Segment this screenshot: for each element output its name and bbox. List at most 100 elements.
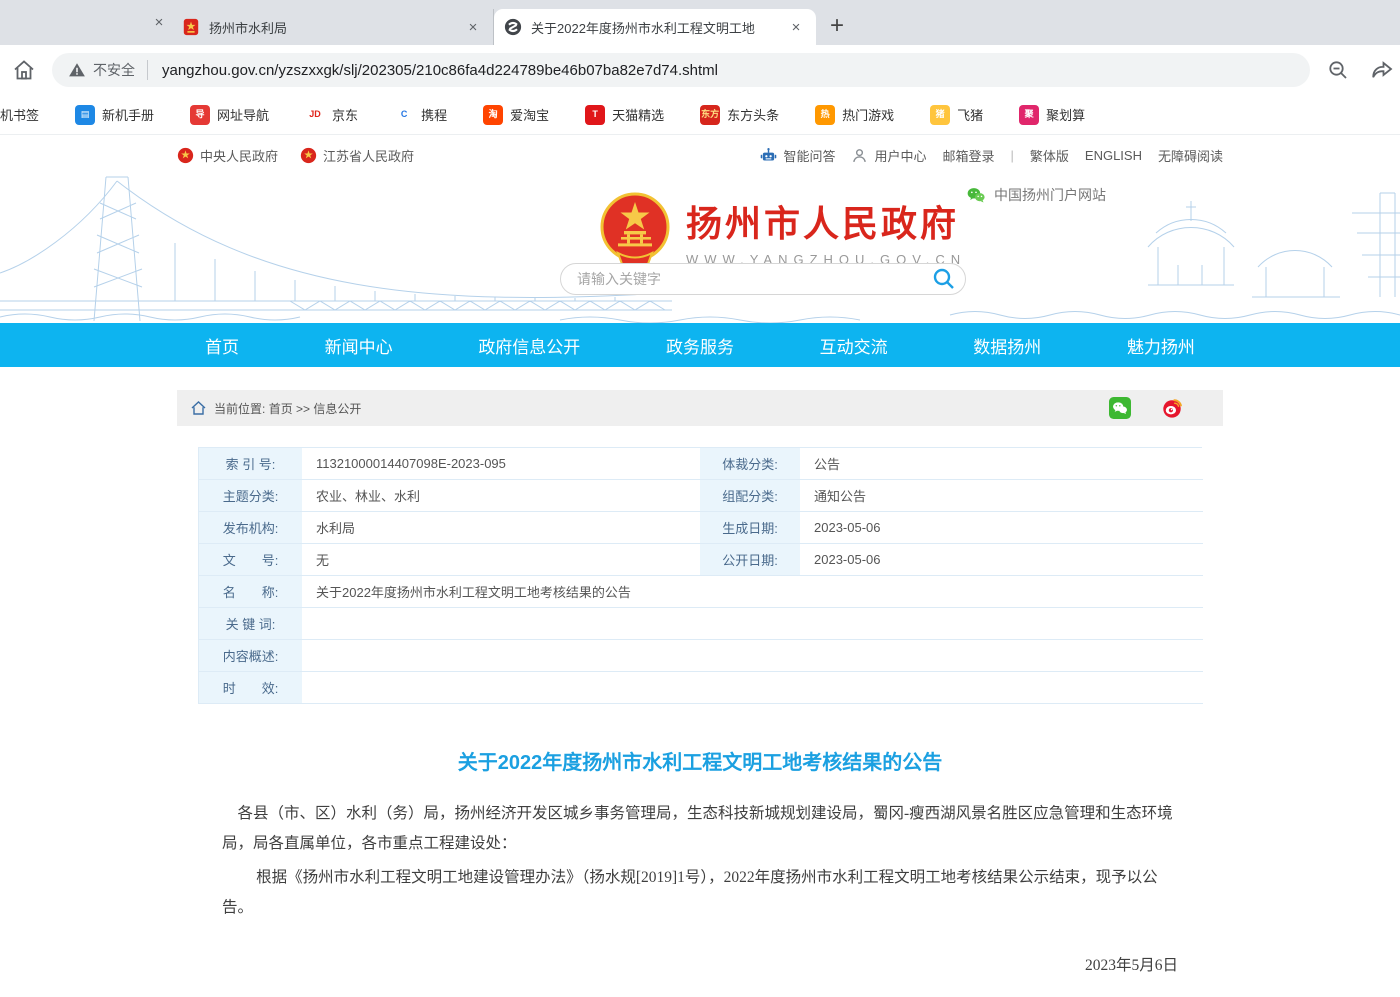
user-center-link[interactable]: 用户中心	[851, 146, 926, 165]
portal-wechat-link[interactable]: 中国扬州门户网站	[966, 185, 1106, 205]
user-icon	[851, 147, 868, 164]
home-icon[interactable]	[12, 58, 36, 82]
search-input[interactable]	[577, 271, 931, 287]
share-icon[interactable]	[1370, 58, 1394, 82]
bookmark-item[interactable]: T 天猫精选	[585, 105, 664, 125]
site-logo[interactable]: 扬州市人民政府 WWW.YANGZHOU.GOV.CN	[598, 191, 966, 271]
article: 关于2022年度扬州市水利工程文明工地考核结果的公告 各县（市、区）水利（务）局…	[222, 746, 1178, 997]
meta-label-cell: 体裁分类:	[700, 448, 800, 480]
bookmark-favicon: 热	[815, 105, 835, 125]
link-label: 江苏省人民政府	[323, 146, 414, 165]
jiangsu-gov-link[interactable]: 江苏省人民政府	[300, 146, 414, 165]
nav-item-home[interactable]: 首页	[205, 333, 239, 358]
central-gov-link[interactable]: 中央人民政府	[177, 146, 278, 165]
nav-item-charm[interactable]: 魅力扬州	[1127, 333, 1195, 358]
bookmark-item[interactable]: 猪 飞猪	[930, 105, 983, 125]
meta-label-cell: 发布机构:	[199, 512, 302, 544]
bookmark-label: 携程	[421, 105, 447, 124]
breadcrumb-prefix: 当前位置:	[214, 402, 265, 416]
meta-label-cell: 索 引 号:	[199, 448, 302, 480]
bookmark-favicon: 导	[190, 105, 210, 125]
bookmark-item[interactable]: 东方 东方头条	[700, 105, 779, 125]
breadcrumb-home-link[interactable]: 首页	[269, 402, 293, 416]
divider	[147, 60, 148, 80]
link-label: 繁体版	[1030, 146, 1069, 165]
search-box	[560, 263, 966, 295]
bookmark-label: 热门游戏	[842, 105, 894, 124]
meta-value-cell: 通知公告	[800, 480, 1203, 512]
bookmark-favicon: 东方	[700, 105, 720, 125]
mail-login-link[interactable]: 邮箱登录	[942, 146, 994, 165]
close-tab-icon[interactable]: ×	[146, 14, 172, 31]
bookmark-favicon: JD	[305, 105, 325, 125]
browser-tab-active[interactable]: 关于2022年度扬州市水利工程文明工地 ×	[494, 9, 816, 45]
accessibility-link[interactable]: 无障碍阅读	[1158, 146, 1223, 165]
meta-value-cell	[302, 608, 1203, 640]
nav-item-data[interactable]: 数据扬州	[973, 333, 1041, 358]
english-version-link[interactable]: ENGLISH	[1085, 148, 1142, 163]
site-favicon	[504, 18, 522, 36]
browser-tab-bar: × 扬州市水利局 × 关于2022年度扬州市水利工程文明工地 × +	[0, 0, 1400, 45]
bookmarks-bar: 机书签 ▤ 新机手册 导 网址导航 JD 京东 C 携程 淘 爱淘宝 T 天猫精…	[0, 95, 1400, 135]
bookmark-item[interactable]: 机书签	[0, 105, 39, 124]
bookmark-item[interactable]: 淘 爱淘宝	[483, 105, 549, 125]
bookmark-favicon: 淘	[483, 105, 503, 125]
nav-item-services[interactable]: 政务服务	[666, 333, 734, 358]
meta-label-cell: 时 效:	[199, 672, 302, 704]
meta-value-cell	[302, 640, 1203, 672]
smart-qa-link[interactable]: 智能问答	[760, 146, 835, 165]
bookmark-label: 新机手册	[102, 105, 154, 124]
meta-value-cell: 无	[302, 544, 700, 576]
bookmark-favicon: C	[394, 105, 414, 125]
meta-label-cell: 内容概述:	[199, 640, 302, 672]
meta-label-cell: 主题分类:	[199, 480, 302, 512]
meta-label-cell: 名 称:	[199, 576, 302, 608]
portal-label: 中国扬州门户网站	[994, 185, 1106, 205]
tab-title: 关于2022年度扬州市水利工程文明工地	[531, 18, 784, 37]
home-icon[interactable]	[191, 401, 206, 415]
meta-value-cell: 关于2022年度扬州市水利工程文明工地考核结果的公告	[302, 576, 1203, 608]
nav-item-info-disclosure[interactable]: 政府信息公开	[478, 333, 580, 358]
bookmark-label: 东方头条	[727, 105, 779, 124]
tab-title: 扬州市水利局	[209, 18, 461, 37]
browser-tab[interactable]: 扬州市水利局 ×	[172, 9, 494, 45]
meta-label-cell: 公开日期:	[700, 544, 800, 576]
search-icon[interactable]	[931, 266, 957, 292]
share-wechat-icon[interactable]	[1109, 397, 1131, 419]
bookmark-item[interactable]: 热 热门游戏	[815, 105, 894, 125]
bookmark-label: 机书签	[0, 105, 39, 124]
zoom-out-icon[interactable]	[1326, 58, 1350, 82]
link-label: 邮箱登录	[942, 146, 994, 165]
site-name: 扬州市人民政府	[686, 195, 966, 247]
close-tab-icon[interactable]: ×	[461, 19, 485, 36]
new-tab-button[interactable]: +	[830, 15, 844, 37]
document-meta-table: 索 引 号: 11321000014407098E-2023-095 体裁分类:…	[198, 447, 1202, 704]
bookmark-item[interactable]: JD 京东	[305, 105, 358, 125]
url-box[interactable]: 不安全 yangzhou.gov.cn/yzszxxgk/slj/202305/…	[52, 53, 1310, 87]
browser-address-bar: 不安全 yangzhou.gov.cn/yzszxxgk/slj/202305/…	[0, 45, 1400, 95]
wechat-icon	[966, 185, 986, 205]
meta-value-cell: 2023-05-06	[800, 512, 1203, 544]
national-emblem-icon	[598, 191, 672, 271]
breadcrumb-current[interactable]: 信息公开	[313, 402, 361, 416]
divider: |	[1011, 148, 1014, 163]
traditional-version-link[interactable]: 繁体版	[1030, 146, 1069, 165]
close-tab-icon[interactable]: ×	[784, 19, 808, 36]
share-weibo-icon[interactable]	[1161, 397, 1183, 419]
article-date: 2023年5月6日	[222, 953, 1178, 975]
security-label: 不安全	[93, 60, 135, 80]
bookmark-favicon: ▤	[75, 105, 95, 125]
bookmark-label: 飞猪	[957, 105, 983, 124]
bookmark-item[interactable]: C 携程	[394, 105, 447, 125]
bookmark-item[interactable]: 聚 聚划算	[1019, 105, 1085, 125]
nav-item-interaction[interactable]: 互动交流	[820, 333, 888, 358]
link-label: 用户中心	[874, 146, 926, 165]
bookmark-label: 聚划算	[1046, 105, 1085, 124]
bookmark-item[interactable]: 导 网址导航	[190, 105, 269, 125]
url-text[interactable]: yangzhou.gov.cn/yzszxxgk/slj/202305/210c…	[162, 62, 718, 79]
bookmark-item[interactable]: ▤ 新机手册	[75, 105, 154, 125]
article-paragraph: 根据《扬州市水利工程文明工地建设管理办法》（扬水规[2019]1号），2022年…	[222, 863, 1178, 923]
nav-item-news[interactable]: 新闻中心	[325, 333, 393, 358]
bookmark-favicon: T	[585, 105, 605, 125]
main-nav: 首页 新闻中心 政府信息公开 政务服务 互动交流 数据扬州 魅力扬州	[0, 323, 1400, 367]
